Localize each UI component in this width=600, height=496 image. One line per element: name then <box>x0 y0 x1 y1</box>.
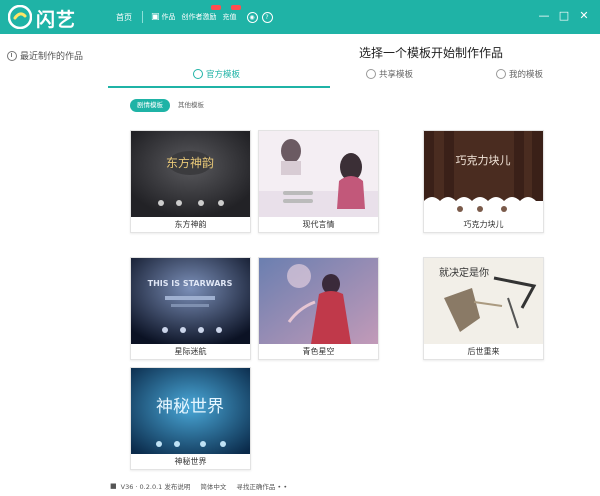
nav-home[interactable]: 首页 <box>116 12 132 23</box>
chocolate-thumbnail-image: 巧克力块儿 <box>424 131 543 217</box>
app-window: 闪艺 首页 ▣ 作品 创作者激励 充值 ◉ ? — □ ✕ 最近制作的作品 选择… <box>0 0 600 496</box>
template-card-modern-romance[interactable]: 现代言情 <box>258 130 379 233</box>
window-controls: — □ ✕ <box>534 9 594 23</box>
tab-shared-templates[interactable]: 共享模板 <box>366 68 413 80</box>
mystery-world-thumbnail-image: 神秘世界 <box>131 368 250 454</box>
rebirth-thumb-text: 就决定是你 <box>439 266 489 279</box>
tab-official-templates[interactable]: 官方模板 <box>193 68 240 80</box>
filter-other-templates[interactable]: 其他模板 <box>178 99 204 112</box>
status-bar: ■ V36 · 0.2.0.1 发布说明 简体中文 寻找正确作品 • • <box>110 478 297 494</box>
top-nav: 首页 ▣ 作品 创作者激励 充值 ◉ ? <box>116 5 273 24</box>
template-thumbnail <box>259 131 378 217</box>
version-text[interactable]: V36 · 0.2.0.1 发布说明 <box>121 481 191 491</box>
template-thumbnail: 就决定是你 <box>424 258 543 344</box>
mystery-thumb-text: 神秘世界 <box>156 397 224 417</box>
starwars-thumbnail-image: THIS IS STARWARS <box>131 258 250 344</box>
template-card-star-trek[interactable]: THIS IS STARWARS 星际迷航 <box>130 257 251 360</box>
maximize-icon[interactable]: □ <box>554 9 574 23</box>
user-icon[interactable]: ◉ <box>246 11 258 23</box>
tab-shared-label: 共享模板 <box>379 70 414 80</box>
title-bar: 闪艺 首页 ▣ 作品 创作者激励 充值 ◉ ? — □ ✕ <box>0 0 600 34</box>
template-thumbnail <box>259 258 378 344</box>
filter-story-templates[interactable]: 剧情模板 <box>130 99 170 112</box>
nav-recharge-label: 充值 <box>222 13 237 21</box>
template-card-rebirth[interactable]: 就决定是你 后世重来 <box>423 257 544 360</box>
close-icon[interactable]: ✕ <box>574 9 594 23</box>
active-tab-indicator <box>108 86 330 88</box>
recent-works-link[interactable]: 最近制作的作品 <box>7 49 83 62</box>
hint-text[interactable]: 寻找正确作品 • • <box>236 481 287 491</box>
template-card-mystery-world[interactable]: 神秘世界 神秘世界 <box>130 367 251 470</box>
work-icon: ▣ <box>151 12 160 22</box>
nav-creator-incentive[interactable]: 创作者激励 <box>181 5 221 22</box>
template-thumbnail: THIS IS STARWARS <box>131 258 250 344</box>
hot-badge <box>230 5 241 10</box>
shared-template-icon <box>366 69 376 79</box>
my-template-icon <box>496 69 506 79</box>
template-card-chocolate[interactable]: 巧克力块儿 巧克力块儿 <box>423 130 544 233</box>
info-icon: ■ <box>110 482 117 490</box>
tab-official-label: 官方模板 <box>206 70 241 80</box>
template-name: 后世重来 <box>467 347 500 356</box>
tab-my-templates[interactable]: 我的模板 <box>496 68 543 80</box>
nav-divider <box>142 11 143 23</box>
modern-thumbnail-image <box>259 131 378 217</box>
nav-work[interactable]: ▣ 作品 <box>151 12 176 22</box>
page-title: 选择一个模板开始制作作品 <box>359 46 504 60</box>
template-name: 巧克力块儿 <box>463 220 504 229</box>
recent-works-label: 最近制作的作品 <box>20 52 84 62</box>
nav-recharge[interactable]: 充值 <box>222 5 241 22</box>
template-thumbnail: 巧克力块儿 <box>424 131 543 217</box>
logo-icon <box>8 5 32 29</box>
template-thumbnail: 东方神韵 <box>131 131 250 217</box>
template-name: 现代言情 <box>302 220 335 229</box>
minimize-icon[interactable]: — <box>534 9 554 23</box>
app-name: 闪艺 <box>36 9 77 31</box>
tab-mine-label: 我的模板 <box>509 70 544 80</box>
rebirth-thumbnail-image: 就决定是你 <box>424 258 543 344</box>
nav-work-label: 作品 <box>161 13 176 21</box>
cyan-sky-thumbnail-image <box>259 258 378 344</box>
template-name: 青色星空 <box>302 347 335 356</box>
help-icon[interactable]: ? <box>261 11 273 23</box>
official-template-icon <box>193 69 203 79</box>
oriental-thumb-text: 东方神韵 <box>166 155 214 170</box>
starwars-thumb-text: THIS IS STARWARS <box>148 279 233 288</box>
oriental-thumbnail-image: 东方神韵 <box>131 131 250 217</box>
chocolate-thumb-text: 巧克力块儿 <box>456 154 511 167</box>
new-badge <box>210 5 221 10</box>
template-card-oriental[interactable]: 东方神韵 东方神韵 <box>130 130 251 233</box>
template-name: 星际迷航 <box>174 347 207 356</box>
language-text[interactable]: 简体中文 <box>200 481 226 491</box>
template-name: 东方神韵 <box>174 220 207 229</box>
template-thumbnail: 神秘世界 <box>131 368 250 454</box>
template-name: 神秘世界 <box>174 457 207 466</box>
clock-icon <box>7 50 17 61</box>
app-logo[interactable]: 闪艺 <box>8 4 86 31</box>
template-card-cyan-sky[interactable]: 青色星空 <box>258 257 379 360</box>
nav-creator-incentive-label: 创作者激励 <box>181 13 217 21</box>
